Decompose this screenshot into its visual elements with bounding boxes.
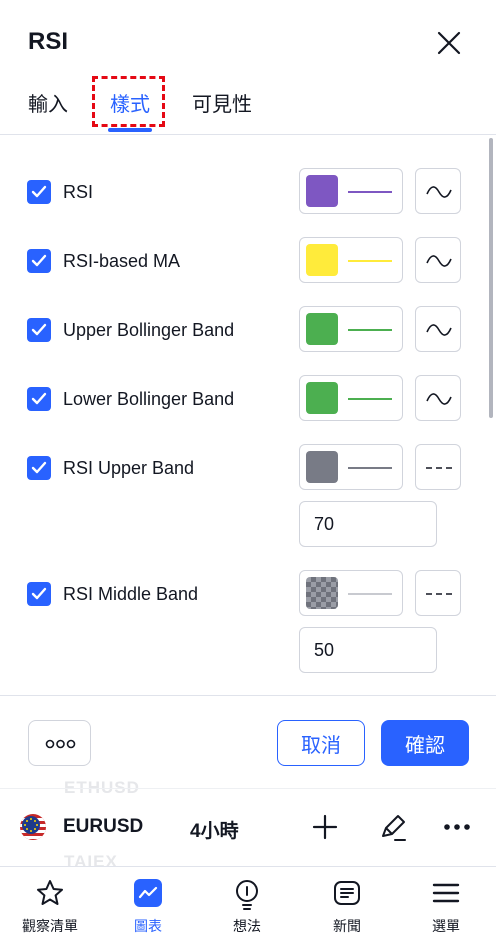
color-swatch (306, 451, 338, 483)
nav-watchlist[interactable]: 觀察清單 (10, 872, 90, 934)
checkmark-icon (31, 254, 47, 267)
rsi-ma-label: RSI-based MA (63, 251, 181, 271)
nav-label: 新聞 (333, 918, 361, 934)
rsi-ma-line-style-button[interactable] (415, 237, 461, 283)
cancel-button[interactable]: 取消 (277, 720, 365, 766)
rsi-upper-band-color-picker[interactable] (299, 444, 403, 490)
lower-bb-line-style-button[interactable] (415, 375, 461, 421)
nav-news[interactable]: 新聞 (307, 872, 387, 934)
annotation-highlight-box (92, 76, 165, 127)
more-dots-icon (444, 824, 470, 830)
color-swatch (306, 175, 338, 207)
rsi-middle-band-value-input[interactable] (299, 627, 437, 673)
more-button[interactable] (441, 812, 473, 847)
symbol-name[interactable]: EURUSD (63, 816, 143, 838)
checkmark-icon (31, 185, 47, 198)
nav-chart[interactable]: 圖表 (108, 872, 188, 934)
rsi-middle-band-checkbox[interactable] (27, 582, 51, 606)
color-swatch (306, 313, 338, 345)
add-indicator-button[interactable] (311, 812, 339, 847)
symbol-bar-divider (0, 788, 496, 789)
dialog-title: RSI (28, 28, 69, 55)
upper-bb-label: Upper Bollinger Band (63, 320, 235, 340)
drawing-tools-button[interactable] (377, 812, 409, 849)
line-preview (348, 329, 392, 331)
interval-selector[interactable]: 4小時 (190, 816, 239, 843)
line-preview (348, 398, 392, 400)
footer-divider (0, 695, 496, 696)
checkmark-icon (31, 587, 47, 600)
lower-bb-color-picker[interactable] (299, 375, 403, 421)
bottom-nav-divider (0, 866, 496, 867)
scrollbar[interactable] (489, 138, 493, 418)
color-swatch (306, 382, 338, 414)
rsi-middle-band-color-picker[interactable] (299, 570, 403, 616)
rsi-ma-color-picker[interactable] (299, 237, 403, 283)
upper-bb-color-picker[interactable] (299, 306, 403, 352)
lower-bb-checkbox[interactable] (27, 387, 51, 411)
rsi-middle-band-label: RSI Middle Band (63, 584, 199, 604)
plus-icon (312, 814, 338, 840)
rsi-checkbox[interactable] (27, 180, 51, 204)
checkmark-icon (31, 323, 47, 336)
rsi-upper-band-line-style-button[interactable] (415, 444, 461, 490)
dashed-line-icon (426, 467, 452, 469)
chart-icon (134, 879, 162, 907)
ellipsis-icon (45, 739, 76, 749)
more-options-button[interactable] (28, 720, 91, 766)
rsi-upper-band-checkbox[interactable] (27, 456, 51, 480)
star-icon (37, 880, 63, 905)
checkmark-icon (31, 392, 47, 405)
menu-icon (432, 883, 460, 903)
close-icon (437, 31, 461, 55)
line-preview (348, 593, 392, 595)
tab-visibility[interactable]: 可見性 (192, 88, 252, 117)
upper-bb-line-style-button[interactable] (415, 306, 461, 352)
rsi-upper-band-value-input[interactable] (299, 501, 437, 547)
nav-ideas[interactable]: 想法 (207, 872, 287, 934)
checkmark-icon (31, 461, 47, 474)
color-swatch (306, 244, 338, 276)
tabs-divider (0, 134, 496, 135)
rsi-label: RSI (63, 182, 94, 202)
line-preview (348, 191, 392, 193)
curve-icon (426, 393, 452, 405)
close-button[interactable] (434, 28, 464, 58)
confirm-button[interactable]: 確認 (381, 720, 469, 766)
rsi-ma-checkbox[interactable] (27, 249, 51, 273)
active-tab-indicator (108, 128, 152, 132)
rsi-color-picker[interactable] (299, 168, 403, 214)
curve-icon (426, 324, 452, 336)
nav-label: 圖表 (134, 918, 162, 934)
rsi-middle-band-line-style-button[interactable] (415, 570, 461, 616)
news-icon (334, 881, 360, 905)
line-preview (348, 260, 392, 262)
background-symbol: TAIEX (64, 852, 118, 871)
line-preview (348, 467, 392, 469)
curve-icon (426, 255, 452, 267)
color-swatch (306, 577, 338, 609)
dashed-line-icon (426, 593, 452, 595)
nav-label: 想法 (233, 918, 261, 934)
curve-icon (426, 186, 452, 198)
nav-label: 觀察清單 (22, 918, 78, 934)
lightbulb-icon (236, 880, 258, 910)
rsi-upper-band-label: RSI Upper Band (63, 458, 195, 478)
lower-bb-label: Lower Bollinger Band (63, 389, 235, 409)
nav-menu[interactable]: 選單 (406, 872, 486, 934)
upper-bb-checkbox[interactable] (27, 318, 51, 342)
nav-label: 選單 (432, 918, 460, 934)
tab-inputs[interactable]: 輸入 (28, 88, 68, 117)
pen-icon (382, 815, 406, 841)
rsi-line-style-button[interactable] (415, 168, 461, 214)
eu-us-flag-icon (20, 814, 46, 840)
